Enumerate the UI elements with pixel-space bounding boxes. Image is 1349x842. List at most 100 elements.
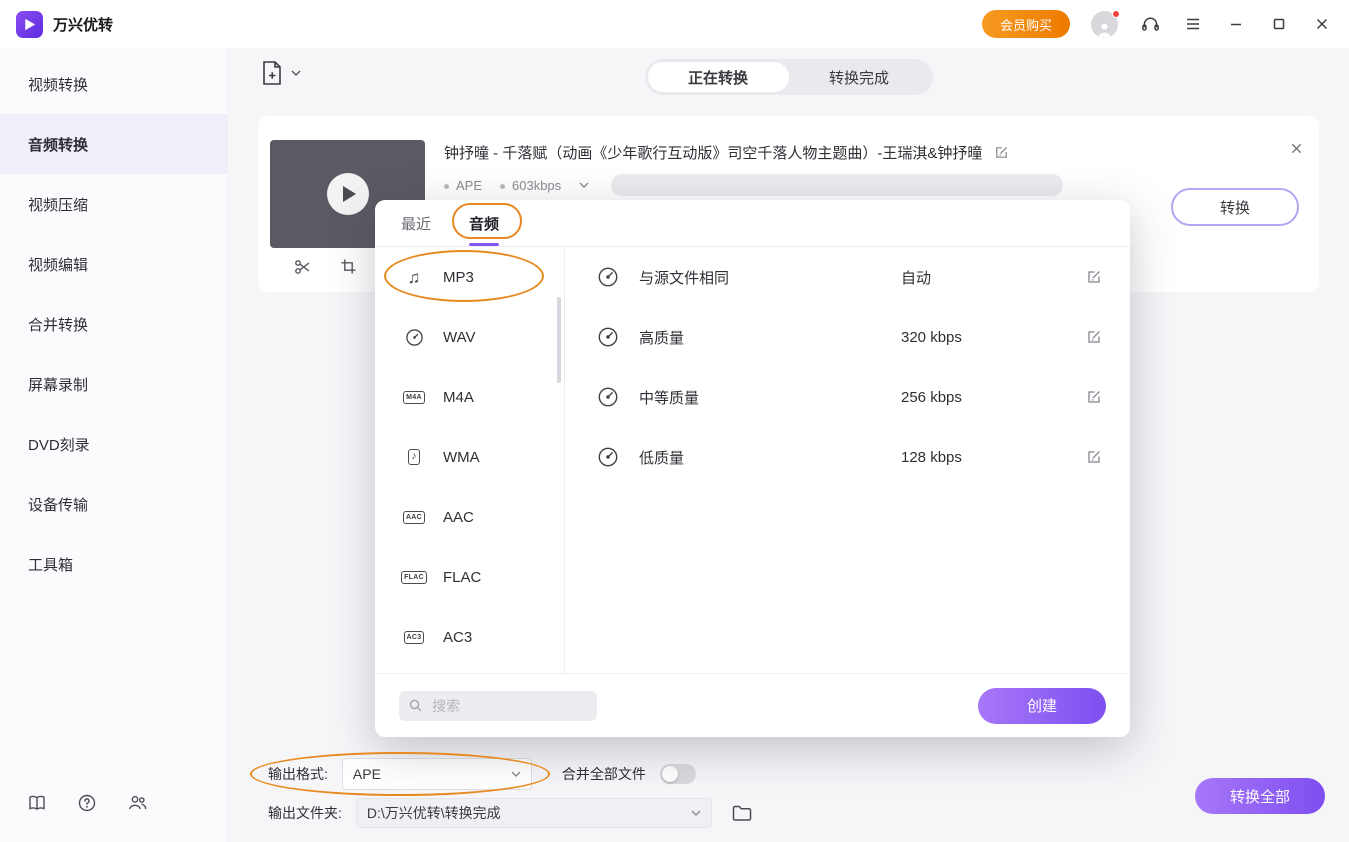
trim-scissors-icon[interactable] (294, 258, 312, 276)
format-chevron-icon[interactable] (579, 182, 589, 188)
format-item-wav[interactable]: WAV (375, 307, 564, 367)
sidebar-item-dvd-burn[interactable]: DVD刻录 (0, 414, 227, 474)
sidebar-item-merge-convert[interactable]: 合并转换 (0, 294, 227, 354)
sidebar-item-video-convert[interactable]: 视频转换 (0, 54, 227, 114)
maximize-icon[interactable] (1268, 13, 1290, 35)
sidebar-item-device-transfer[interactable]: 设备传输 (0, 474, 227, 534)
preset-low-quality[interactable]: 低质量 128 kbps (565, 427, 1130, 487)
edit-preset-icon[interactable] (1086, 449, 1102, 465)
preset-same-as-source[interactable]: 与源文件相同 自动 (565, 247, 1130, 307)
format-item-flac[interactable]: FLAC FLAC (375, 547, 564, 607)
tab-recent[interactable]: 最近 (401, 200, 431, 246)
sidebar-item-audio-convert[interactable]: 音频转换 (0, 114, 227, 174)
format-dialog-tabs: 最近 音频 (375, 200, 1130, 247)
wav-icon (401, 326, 427, 348)
user-icon (1096, 21, 1113, 38)
app-title: 万兴优转 (53, 14, 113, 35)
add-file-button[interactable] (260, 60, 301, 86)
preset-list: 与源文件相同 自动 高质量 320 kbps (565, 247, 1130, 673)
tab-converting[interactable]: 正在转换 (648, 62, 789, 92)
crop-icon[interactable] (340, 258, 357, 276)
user-group-icon[interactable] (126, 792, 148, 814)
format-label: AAC (443, 509, 474, 526)
format-search-box[interactable] (399, 691, 597, 721)
preset-value: 自动 (901, 267, 1086, 288)
titlebar: 万兴优转 会员购买 (0, 0, 1349, 48)
format-label: MP3 (443, 269, 474, 286)
format-dialog-footer: 创建 (375, 673, 1130, 737)
format-item-ac3[interactable]: AC3 AC3 (375, 607, 564, 667)
quality-gauge-icon (597, 446, 623, 468)
account-avatar[interactable] (1091, 11, 1118, 38)
preset-label: 与源文件相同 (639, 267, 901, 288)
preset-label: 高质量 (639, 327, 901, 348)
edit-title-icon[interactable] (994, 145, 1009, 160)
chevron-down-icon (291, 70, 301, 76)
main-header: 正在转换 转换完成 (228, 48, 1349, 106)
format-label: M4A (443, 389, 474, 406)
output-folder-row: 输出文件夹: D:\万兴优转\转换完成 (268, 798, 752, 828)
task-format: APE (444, 178, 482, 193)
edit-preset-icon[interactable] (1086, 389, 1102, 405)
app-logo-icon (16, 11, 43, 38)
task-bitrate: 603kbps (500, 178, 561, 193)
m4a-icon: M4A (401, 386, 427, 408)
sidebar-item-screen-record[interactable]: 屏幕录制 (0, 354, 227, 414)
convert-all-button[interactable]: 转换全部 (1195, 778, 1325, 814)
tab-audio[interactable]: 音频 (469, 200, 499, 246)
titlebar-actions: 会员购买 (982, 10, 1333, 38)
help-icon[interactable] (76, 792, 98, 814)
preset-high-quality[interactable]: 高质量 320 kbps (565, 307, 1130, 367)
preset-value: 320 kbps (901, 329, 1086, 346)
notification-dot (1112, 10, 1120, 18)
convert-status-tabs: 正在转换 转换完成 (645, 59, 933, 95)
sidebar-item-video-compress[interactable]: 视频压缩 (0, 174, 227, 234)
output-format-select[interactable]: APE (342, 758, 532, 790)
guide-book-icon[interactable] (26, 792, 48, 814)
remove-task-icon[interactable] (1290, 142, 1303, 155)
quality-gauge-icon (597, 326, 623, 348)
format-item-mp3[interactable]: ♫ MP3 (375, 247, 564, 307)
close-icon[interactable] (1311, 13, 1333, 35)
format-picker-dialog: 最近 音频 ♫ MP3 WAV M4A M4A (375, 200, 1130, 737)
sidebar-item-toolbox[interactable]: 工具箱 (0, 534, 227, 594)
convert-button[interactable]: 转换 (1171, 188, 1299, 226)
format-item-m4a[interactable]: M4A M4A (375, 367, 564, 427)
play-icon (343, 186, 356, 202)
format-list-scrollbar[interactable] (557, 297, 561, 383)
sidebar-item-video-edit[interactable]: 视频编辑 (0, 234, 227, 294)
add-file-icon (260, 60, 284, 86)
output-folder-label: 输出文件夹: (268, 803, 342, 823)
preset-value: 128 kbps (901, 449, 1086, 466)
minimize-icon[interactable] (1225, 13, 1247, 35)
output-format-label: 输出格式: (268, 764, 328, 784)
sidebar: 视频转换 音频转换 视频压缩 视频编辑 合并转换 屏幕录制 DVD刻录 设备传输… (0, 48, 228, 842)
menu-icon[interactable] (1182, 13, 1204, 35)
play-button[interactable] (327, 173, 369, 215)
preset-value: 256 kbps (901, 389, 1086, 406)
preset-medium-quality[interactable]: 中等质量 256 kbps (565, 367, 1130, 427)
quality-gauge-icon (597, 386, 623, 408)
edit-preset-icon[interactable] (1086, 329, 1102, 345)
flac-icon: FLAC (401, 566, 427, 588)
open-folder-icon[interactable] (732, 804, 752, 822)
create-preset-button[interactable]: 创建 (978, 688, 1106, 724)
support-headset-icon[interactable] (1139, 13, 1161, 35)
output-folder-select[interactable]: D:\万兴优转\转换完成 (356, 798, 712, 828)
format-dialog-body: ♫ MP3 WAV M4A M4A ♪ WMA (375, 247, 1130, 673)
preset-label: 低质量 (639, 447, 901, 468)
format-search-input[interactable] (430, 697, 587, 715)
quality-settings-bar[interactable] (611, 174, 1063, 196)
task-title: 钟抒曈 - 千落赋（动画《少年歌行互动版》司空千落人物主题曲）-王瑞淇&钟抒曈 (444, 142, 982, 163)
merge-toggle[interactable] (660, 764, 696, 784)
aac-icon: AAC (401, 506, 427, 528)
membership-buy-button[interactable]: 会员购买 (982, 10, 1070, 38)
output-folder-value: D:\万兴优转\转换完成 (367, 803, 501, 823)
tab-finished[interactable]: 转换完成 (789, 62, 930, 92)
format-item-wma[interactable]: ♪ WMA (375, 427, 564, 487)
format-item-aac[interactable]: AAC AAC (375, 487, 564, 547)
edit-preset-icon[interactable] (1086, 269, 1102, 285)
preset-label: 中等质量 (639, 387, 901, 408)
format-label: WMA (443, 449, 480, 466)
format-list: ♫ MP3 WAV M4A M4A ♪ WMA (375, 247, 565, 673)
